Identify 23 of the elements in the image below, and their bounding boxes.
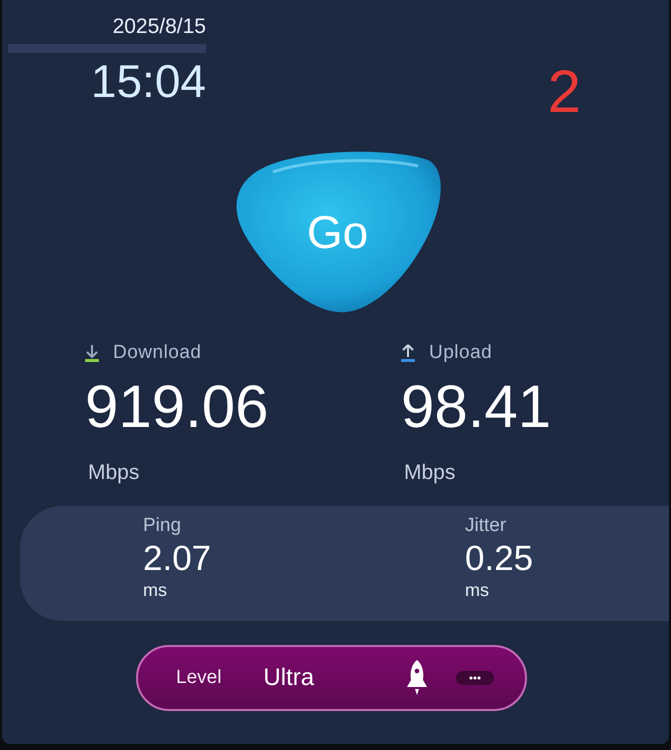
time-text: 15:04 [90,55,206,107]
level-value: Ultra [263,664,314,692]
speed-value: 98.41 [401,372,552,442]
speed-value: 919.06 [85,372,270,442]
unit-label: Mbps [404,460,456,486]
date-text: 2025/8/15 [112,14,206,40]
unit-label: ms [143,580,168,600]
level-label: Level [176,667,222,689]
latency-value: 2.07 [143,538,212,580]
more-button[interactable] [456,671,494,685]
unit-label: Mbps [88,460,140,486]
latency-label: Ping [143,514,182,538]
metric-label: Upload [429,342,492,364]
download-arrow-icon [85,344,99,362]
badge-number: 2 [548,60,581,124]
upload-arrow-icon [401,344,415,362]
latency-label: Jitter [465,514,508,538]
rocket-icon [406,660,428,696]
level-pill[interactable]: Level Ultra [136,645,527,711]
more-icon [469,676,482,680]
unit-label: ms [465,580,490,600]
latency-value: 0.25 [465,538,534,580]
metric-label: Download [113,342,202,364]
